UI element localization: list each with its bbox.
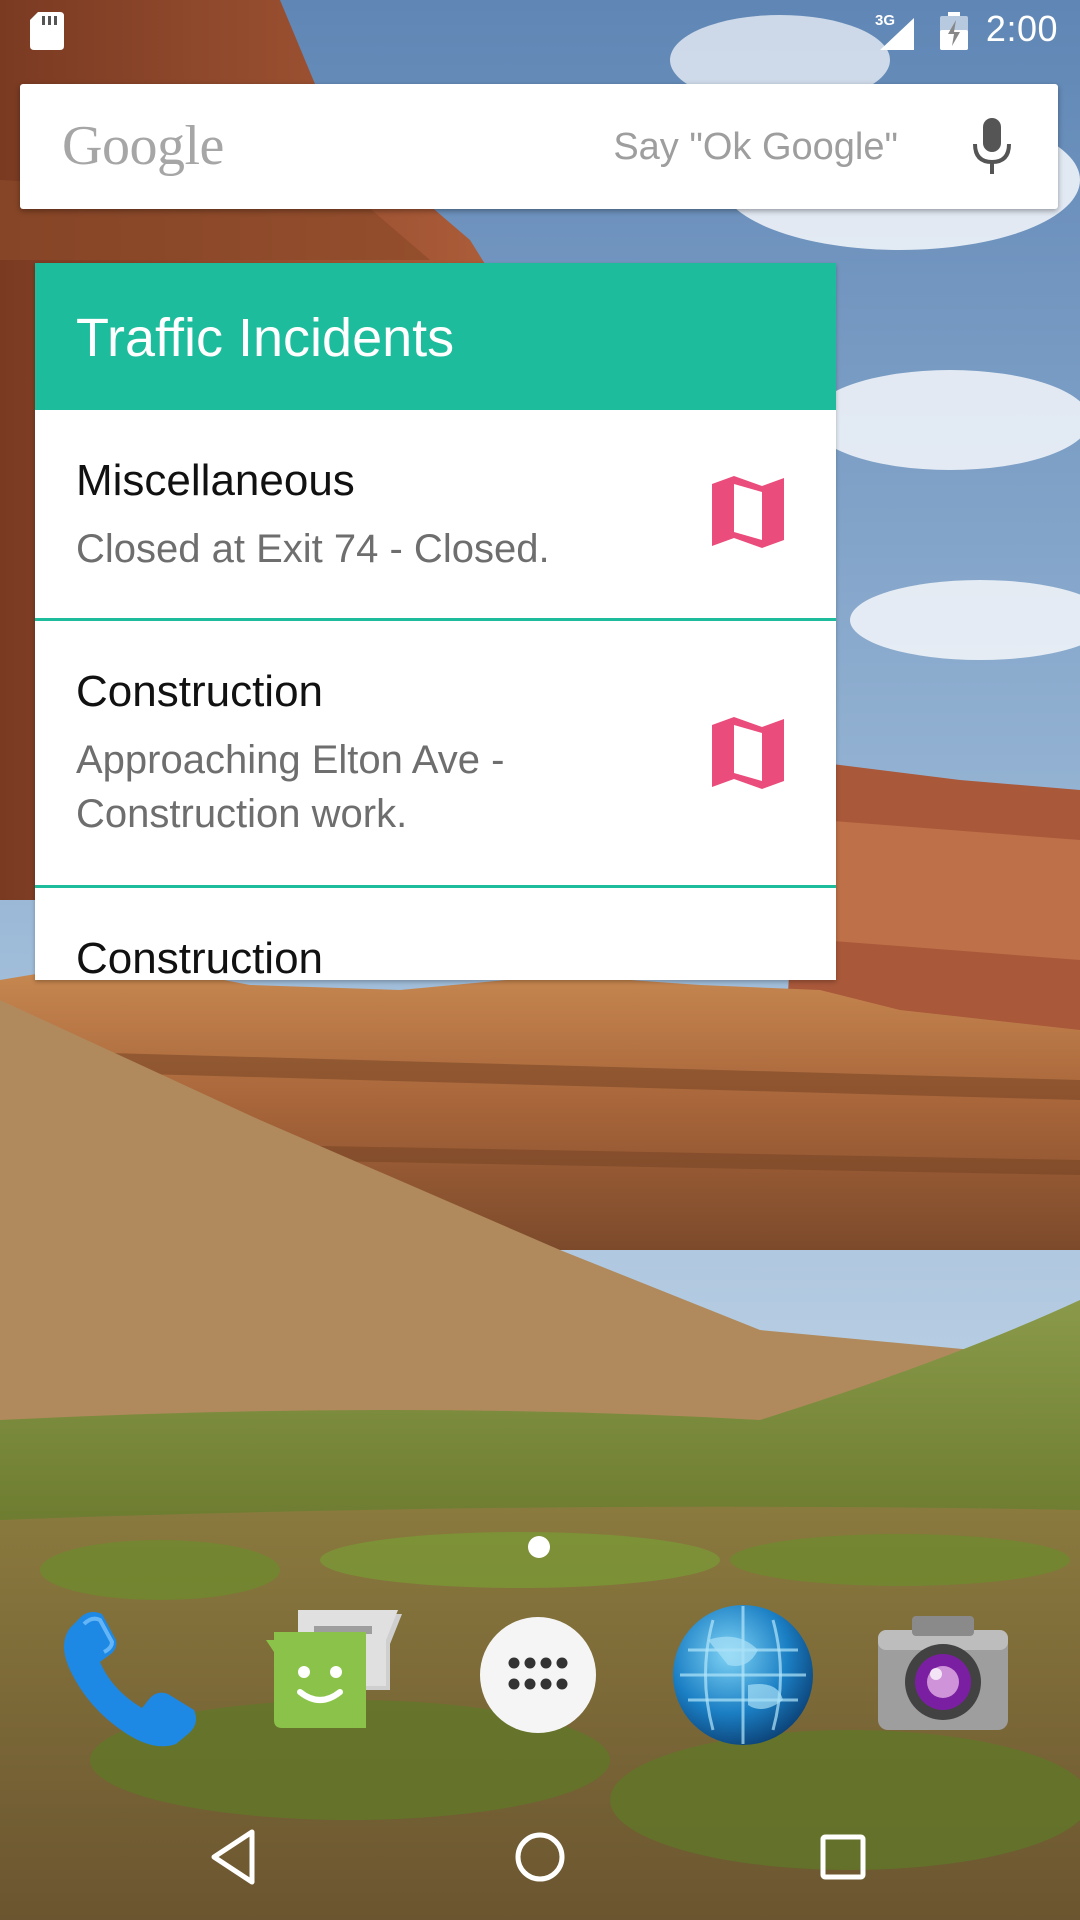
clock: 2:00 [985,8,1058,49]
camera-icon[interactable] [868,1600,1018,1750]
sd-card-icon [30,12,64,50]
battery-charging-icon [940,12,968,50]
phone-icon[interactable] [58,1600,208,1750]
widget-header: Traffic Incidents [35,263,836,410]
back-icon[interactable] [200,1822,270,1892]
traffic-incidents-widget: Traffic Incidents Miscellaneous Closed a… [35,263,836,980]
google-search-bar[interactable]: Google Say "Ok Google" [20,84,1058,209]
browser-icon[interactable] [668,1600,818,1750]
map-icon[interactable] [712,476,784,548]
widget-title: Traffic Incidents [76,308,455,368]
incident-type: Construction [76,934,324,980]
page-indicator-dot [528,1536,550,1558]
app-drawer-icon[interactable] [463,1600,613,1750]
incident-item[interactable]: Construction [35,888,836,980]
mic-icon[interactable] [970,118,1014,176]
google-logo: Google [62,115,224,177]
messaging-icon[interactable] [262,1600,412,1750]
incident-item[interactable]: Miscellaneous Closed at Exit 74 - Closed… [35,410,836,621]
incident-description: Approaching Elton Ave - Construction wor… [76,738,505,836]
incident-type: Construction [76,667,324,716]
recents-icon[interactable] [808,1822,878,1892]
incident-description: Closed at Exit 74 - Closed. [76,527,550,571]
incident-type: Miscellaneous [76,456,355,505]
map-icon[interactable] [712,717,784,789]
home-icon[interactable] [505,1822,575,1892]
signal-icon [880,18,914,50]
status-bar: 3G 2:00 [0,0,1080,64]
voice-search-hint: Say "Ok Google" [613,126,898,168]
incident-item[interactable]: Construction Approaching Elton Ave - Con… [35,621,836,888]
